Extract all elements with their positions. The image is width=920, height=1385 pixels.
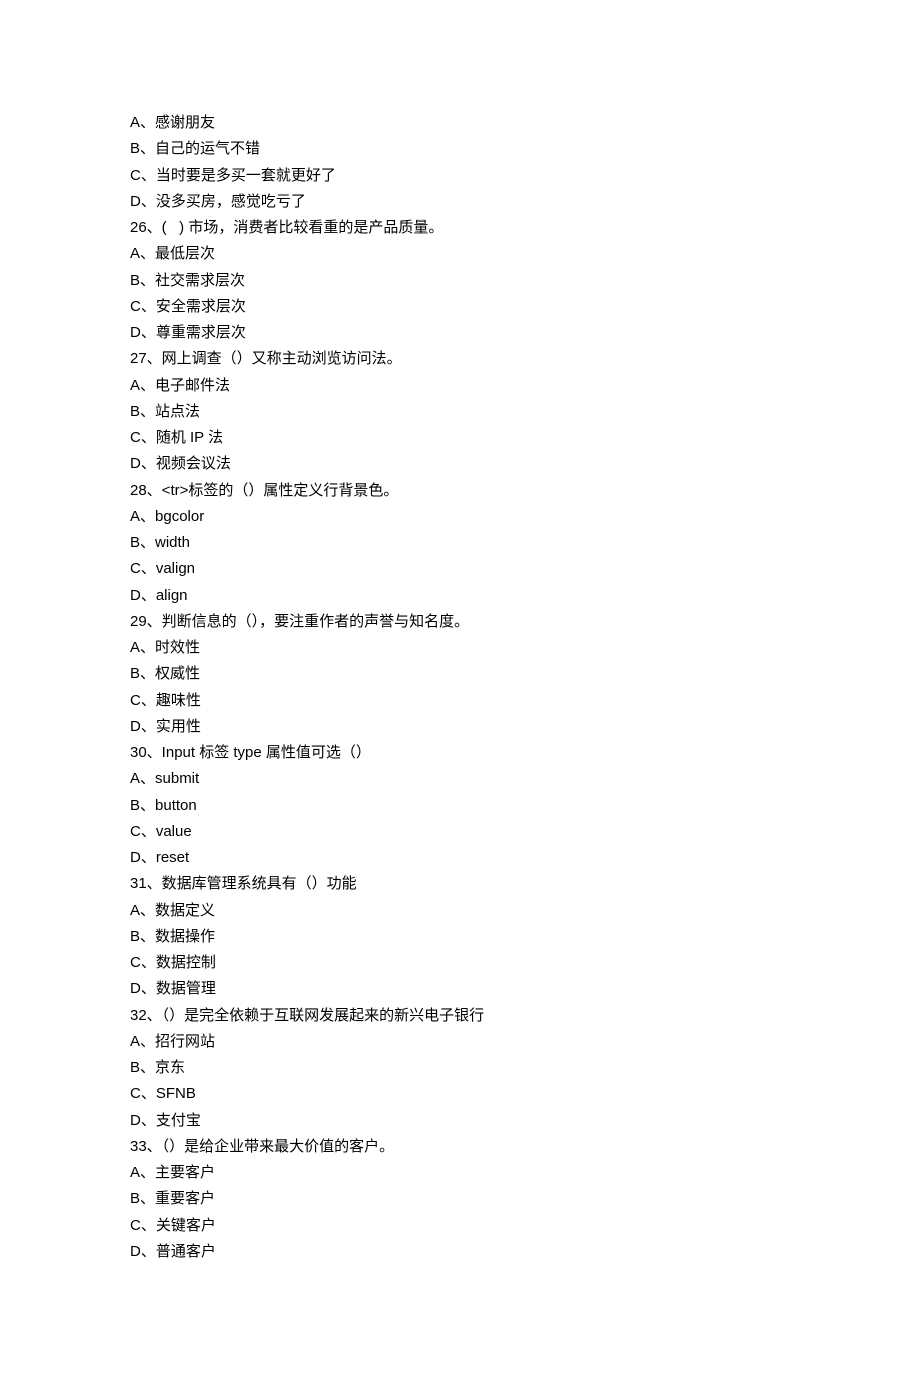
- text-line: C、数据控制: [130, 950, 790, 976]
- text-line: A、时效性: [130, 635, 790, 661]
- text-line: C、SFNB: [130, 1081, 790, 1107]
- document-page: A、感谢朋友 B、自己的运气不错 C、当时要是多买一套就更好了 D、没多买房，感…: [0, 0, 920, 1385]
- text-line: D、没多买房，感觉吃亏了: [130, 189, 790, 215]
- text-line: 29、判断信息的（），要注重作者的声誉与知名度。: [130, 609, 790, 635]
- text-line: B、重要客户: [130, 1186, 790, 1212]
- text-line: A、感谢朋友: [130, 110, 790, 136]
- text-line: 26、( ) 市场，消费者比较看重的是产品质量。: [130, 215, 790, 241]
- text-line: C、valign: [130, 556, 790, 582]
- text-line: B、自己的运气不错: [130, 136, 790, 162]
- text-line: D、reset: [130, 845, 790, 871]
- text-line: A、电子邮件法: [130, 373, 790, 399]
- text-line: 28、<tr>标签的（）属性定义行背景色。: [130, 478, 790, 504]
- text-line: D、普通客户: [130, 1239, 790, 1265]
- text-line: B、社交需求层次: [130, 268, 790, 294]
- text-line: B、京东: [130, 1055, 790, 1081]
- text-line: B、权威性: [130, 661, 790, 687]
- text-line: A、最低层次: [130, 241, 790, 267]
- text-line: D、视频会议法: [130, 451, 790, 477]
- text-line: 33、（）是给企业带来最大价值的客户。: [130, 1134, 790, 1160]
- text-line: D、数据管理: [130, 976, 790, 1002]
- text-line: C、趣味性: [130, 688, 790, 714]
- text-line: A、submit: [130, 766, 790, 792]
- text-line: B、数据操作: [130, 924, 790, 950]
- text-line: 31、数据库管理系统具有（）功能: [130, 871, 790, 897]
- text-line: A、招行网站: [130, 1029, 790, 1055]
- text-line: C、value: [130, 819, 790, 845]
- text-line: 27、网上调查（）又称主动浏览访问法。: [130, 346, 790, 372]
- text-line: C、安全需求层次: [130, 294, 790, 320]
- text-line: B、站点法: [130, 399, 790, 425]
- text-line: B、button: [130, 793, 790, 819]
- text-line: D、支付宝: [130, 1108, 790, 1134]
- text-line: A、数据定义: [130, 898, 790, 924]
- text-line: A、bgcolor: [130, 504, 790, 530]
- text-line: C、随机 IP 法: [130, 425, 790, 451]
- text-line: 30、Input 标签 type 属性值可选（）: [130, 740, 790, 766]
- text-line: D、尊重需求层次: [130, 320, 790, 346]
- text-line: D、实用性: [130, 714, 790, 740]
- text-line: B、width: [130, 530, 790, 556]
- text-line: A、主要客户: [130, 1160, 790, 1186]
- text-line: C、关键客户: [130, 1213, 790, 1239]
- text-line: C、当时要是多买一套就更好了: [130, 163, 790, 189]
- text-line: D、align: [130, 583, 790, 609]
- text-line: 32、（）是完全依赖于互联网发展起来的新兴电子银行: [130, 1003, 790, 1029]
